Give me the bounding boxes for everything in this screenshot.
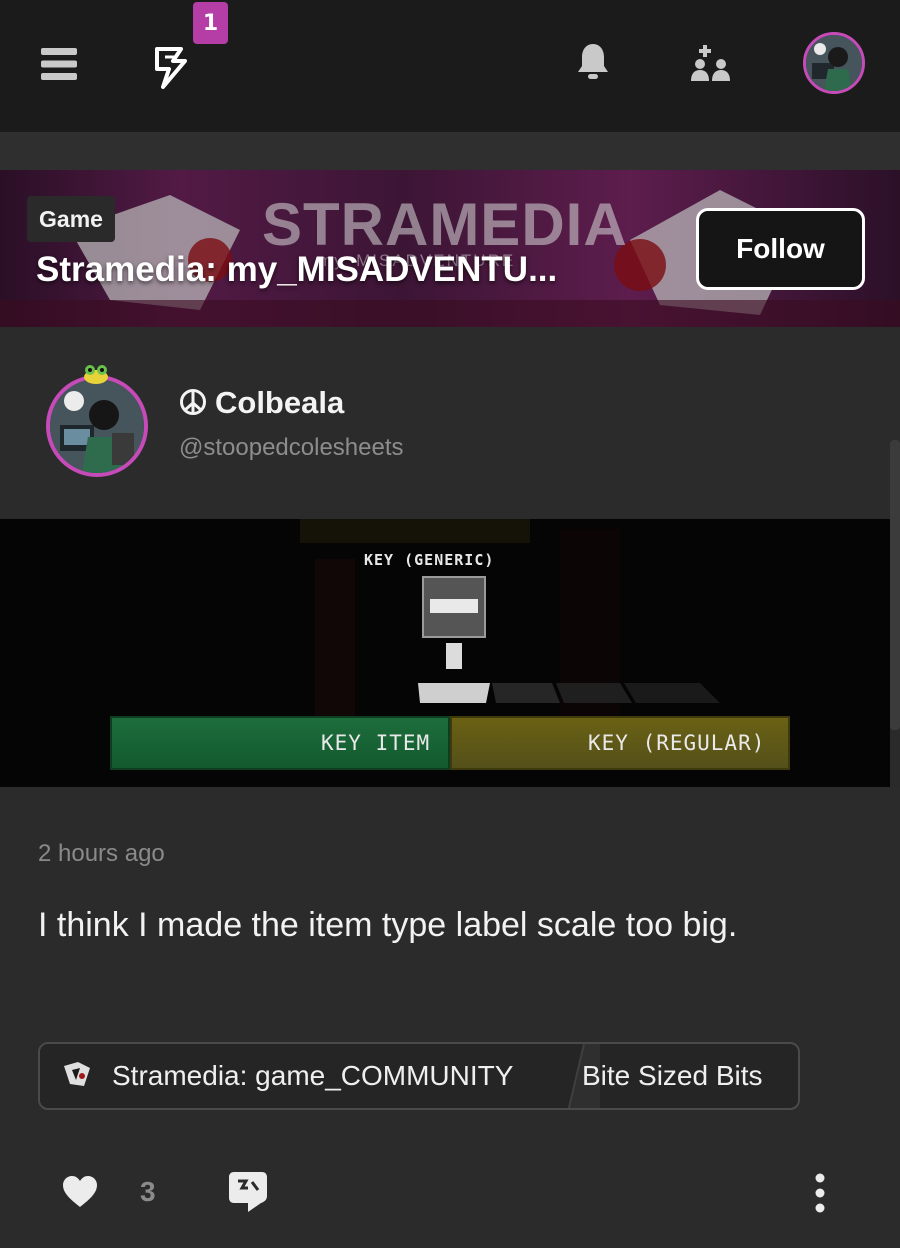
follow-button[interactable]: Follow — [696, 208, 865, 290]
notification-badge: 1 — [193, 2, 228, 44]
like-count: 3 — [140, 1176, 156, 1207]
game-item-label: KEY (GENERIC) — [364, 551, 495, 569]
author-handle: @stoopedcolesheets — [179, 434, 404, 461]
bell-icon[interactable] — [574, 40, 612, 84]
avatar[interactable] — [803, 32, 865, 94]
menu-icon[interactable] — [38, 44, 80, 84]
author-name-text: Colbeala — [215, 385, 345, 420]
key-regular-text: KEY (REGULAR) — [588, 731, 766, 755]
key-item-text: KEY ITEM — [321, 731, 431, 755]
frog-icon — [84, 365, 108, 384]
post-timestamp: 2 hours ago — [38, 840, 165, 867]
community-type-tag: Game — [27, 196, 115, 242]
community-tag-label[interactable]: Stramedia: game_COMMUNITY — [112, 1060, 513, 1092]
banner-logo-text: STRAMEDIA — [262, 191, 628, 258]
share-icon[interactable] — [228, 1170, 268, 1214]
peace-icon — [180, 389, 206, 415]
topic-tag-label[interactable]: Bite Sized Bits — [582, 1060, 763, 1092]
community-logo-icon — [64, 1062, 90, 1086]
divider-strip — [0, 132, 900, 170]
top-bar: 1 — [0, 0, 900, 132]
author-avatar[interactable] — [46, 375, 148, 477]
people-icon[interactable] — [688, 42, 734, 84]
community-title[interactable]: Stramedia: my_MISADVENTU... — [36, 250, 557, 290]
scrollbar[interactable] — [890, 440, 900, 730]
post-text: I think I made the item type label scale… — [38, 906, 738, 944]
more-options-icon[interactable] — [810, 1172, 830, 1214]
heart-icon[interactable] — [62, 1175, 98, 1209]
author-name[interactable]: Colbeala — [179, 385, 344, 421]
bolt-icon[interactable] — [148, 44, 194, 90]
